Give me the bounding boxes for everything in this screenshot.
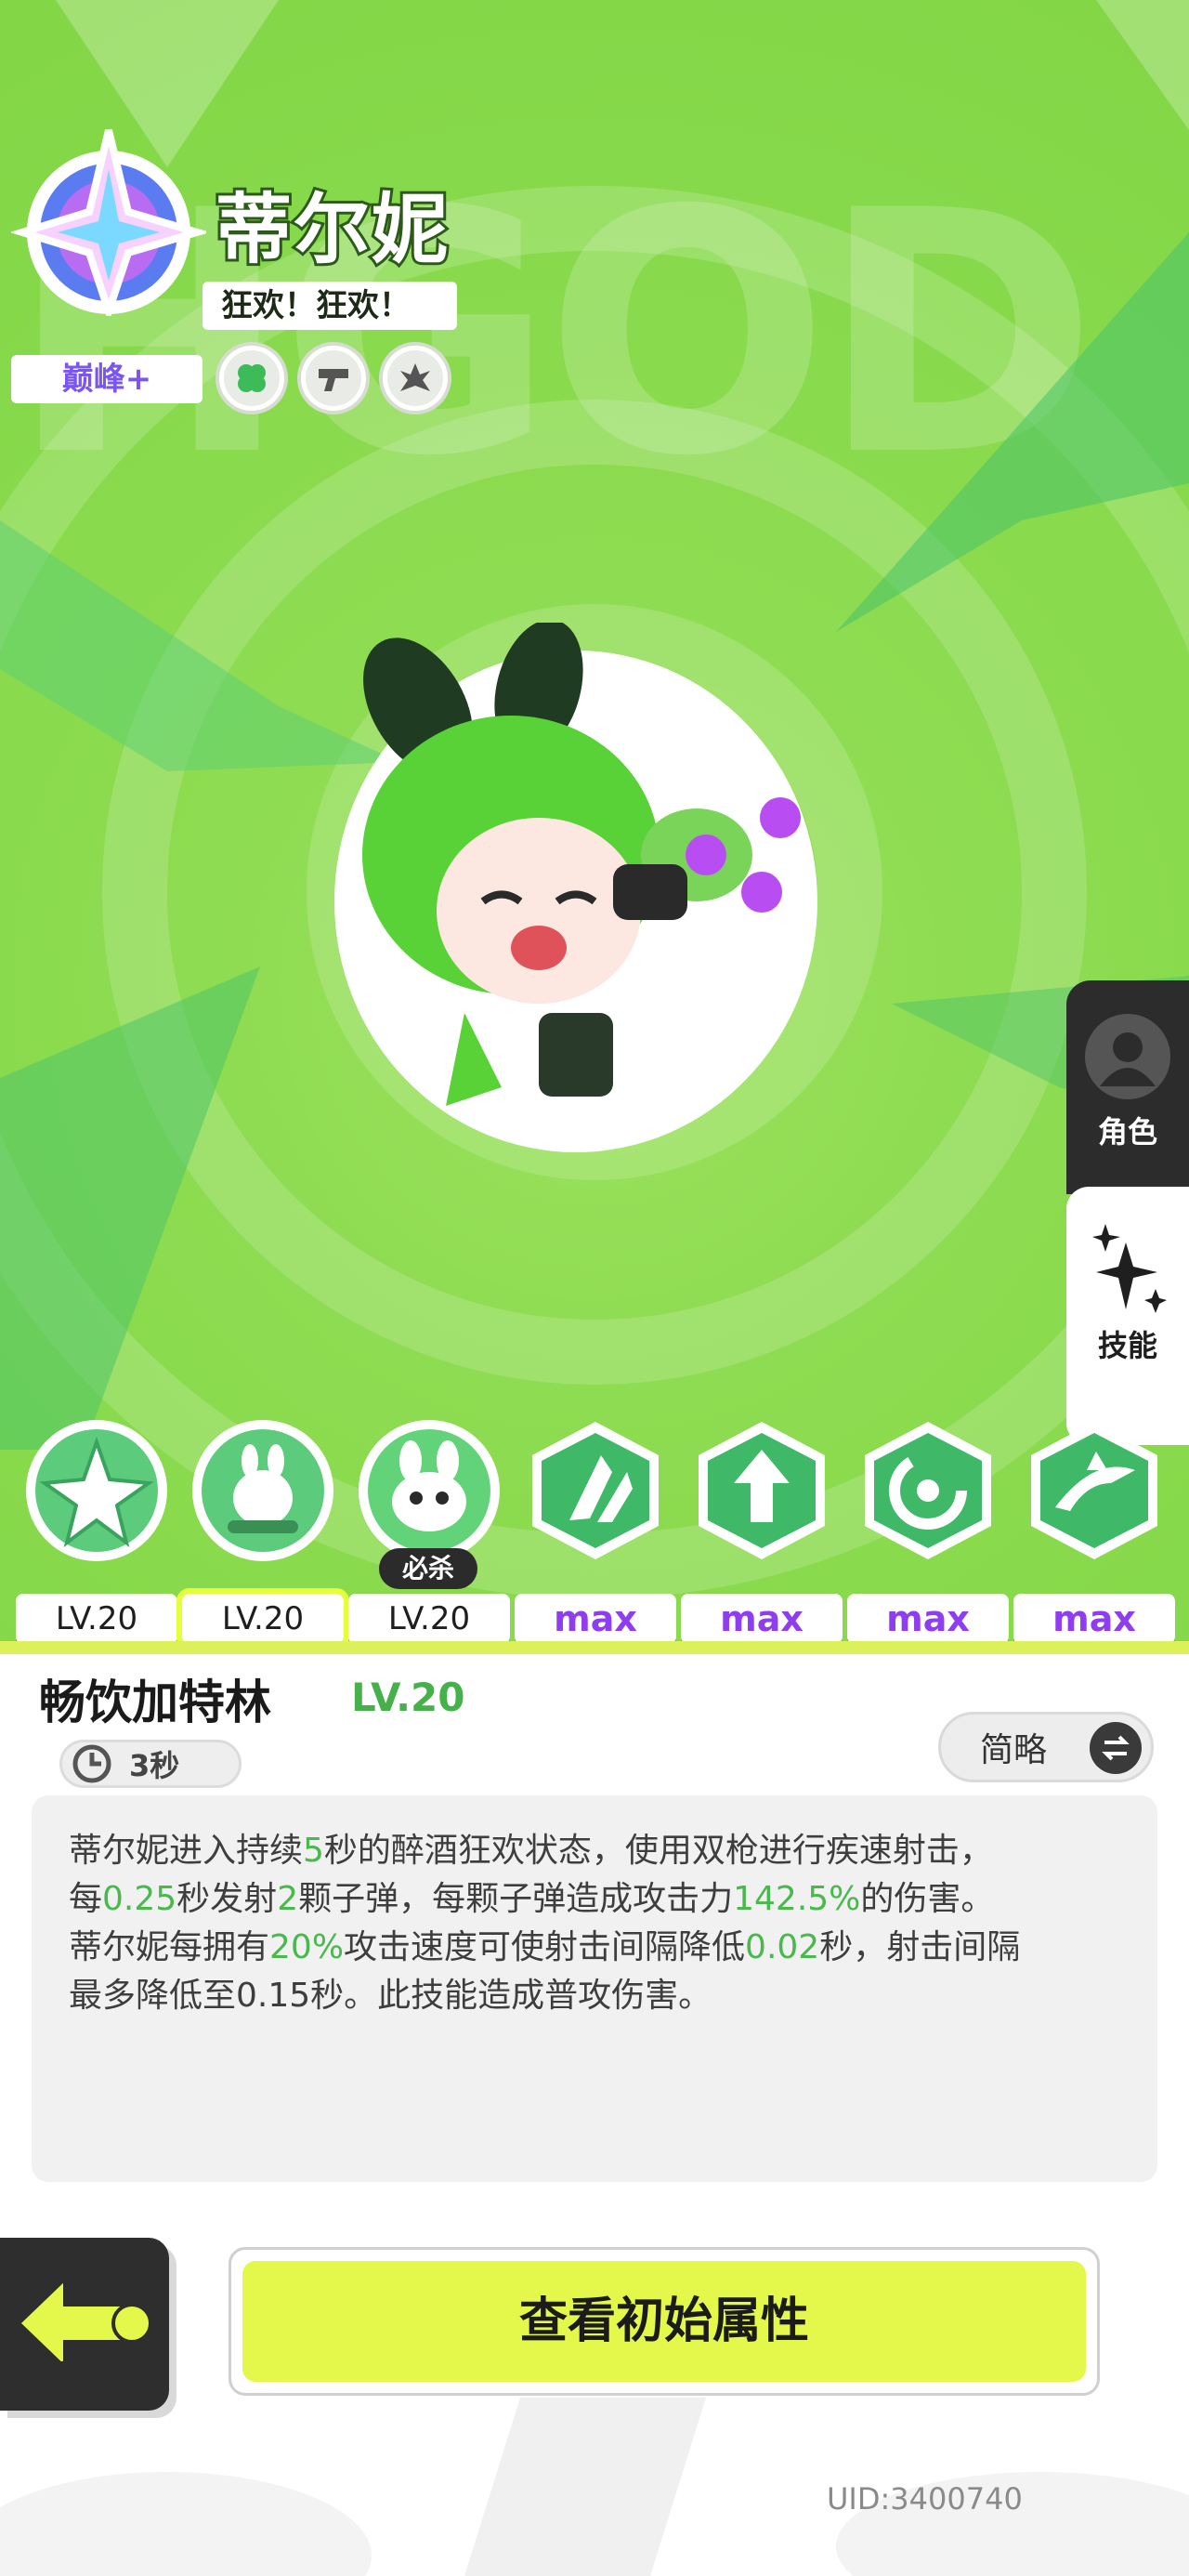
swap-icon bbox=[1090, 1722, 1142, 1774]
tab-skill-label: 技能 bbox=[1097, 1328, 1157, 1363]
back-arrow-icon bbox=[16, 2274, 152, 2372]
tag-burst[interactable] bbox=[379, 342, 451, 414]
person-icon bbox=[1085, 1014, 1170, 1099]
faction-emblem-icon bbox=[11, 129, 206, 316]
clock-icon bbox=[72, 1744, 111, 1783]
description-line: 最多降低至0.15秒。此技能造成普攻伤害。 bbox=[69, 1977, 712, 2015]
swirl-skill-icon bbox=[865, 1422, 991, 1559]
tab-role-label: 角色 bbox=[1097, 1114, 1157, 1150]
brief-toggle-label: 简略 bbox=[980, 1731, 1048, 1769]
burst-icon bbox=[400, 363, 430, 391]
description-line: 蒂尔妮进入持续5秒的醉酒狂欢状态，使用双枪进行疾速射击， bbox=[69, 1832, 993, 1870]
tab-skill[interactable]: 技能 bbox=[1066, 1187, 1189, 1445]
character-name: 蒂尔妮 bbox=[213, 183, 451, 277]
tab-role[interactable]: 角色 bbox=[1066, 980, 1189, 1194]
claw-slash-skill-icon bbox=[532, 1422, 659, 1559]
side-tab-bar: 角色 技能 bbox=[1066, 980, 1189, 1445]
brief-toggle-button[interactable]: 简略 bbox=[938, 1712, 1154, 1782]
cooldown-badge: 3秒 bbox=[59, 1740, 242, 1788]
pistol-icon bbox=[319, 369, 348, 391]
clover-icon bbox=[238, 364, 266, 392]
skill-level-label: LV.20 bbox=[351, 1675, 465, 1720]
back-button[interactable]: BACK bbox=[0, 2238, 169, 2411]
skill-description: 蒂尔妮进入持续5秒的醉酒狂欢状态，使用双枪进行疾速射击， 每0.25秒发射2颗子… bbox=[32, 1795, 1157, 2182]
description-line: 蒂尔妮每拥有20%攻击速度可使射击间隔降低0.02秒，射击间隔 bbox=[69, 1928, 1021, 1966]
description-line: 每0.25秒发射2颗子弹，每颗子弹造成攻击力142.5%的伤害。 bbox=[69, 1880, 995, 1918]
skill-name: 畅饮加特林 bbox=[39, 1676, 271, 1729]
ultimate-tag: 必杀 bbox=[379, 1548, 477, 1589]
tag-pistol[interactable] bbox=[297, 342, 370, 414]
view-base-stats-label: 查看初始属性 bbox=[242, 2261, 1086, 2382]
sparkle-icon bbox=[1092, 1224, 1167, 1313]
character-showcase: HGOD 蒂尔妮 狂欢！狂欢！ 巅峰+ 角色 技能 LV.20 LV.20 LV… bbox=[0, 0, 1189, 1654]
star-burst-skill-icon bbox=[26, 1420, 167, 1561]
dash-swirl-skill-icon bbox=[1031, 1422, 1157, 1559]
character-title: 狂欢！狂欢！ bbox=[203, 282, 457, 330]
tag-clover[interactable] bbox=[216, 342, 288, 414]
character-portrait bbox=[334, 623, 817, 1152]
rank-badge: 巅峰+ bbox=[11, 355, 203, 403]
view-base-stats-button[interactable]: 查看初始属性 bbox=[229, 2247, 1100, 2396]
user-id: UID:3400740 bbox=[827, 2481, 1023, 2517]
cooldown-text: 3秒 bbox=[129, 1748, 180, 1783]
bunny-bottle-skill-icon bbox=[192, 1420, 333, 1561]
arrow-up-skill-icon bbox=[699, 1422, 825, 1559]
bunny-ultimate-skill-icon bbox=[359, 1420, 500, 1561]
